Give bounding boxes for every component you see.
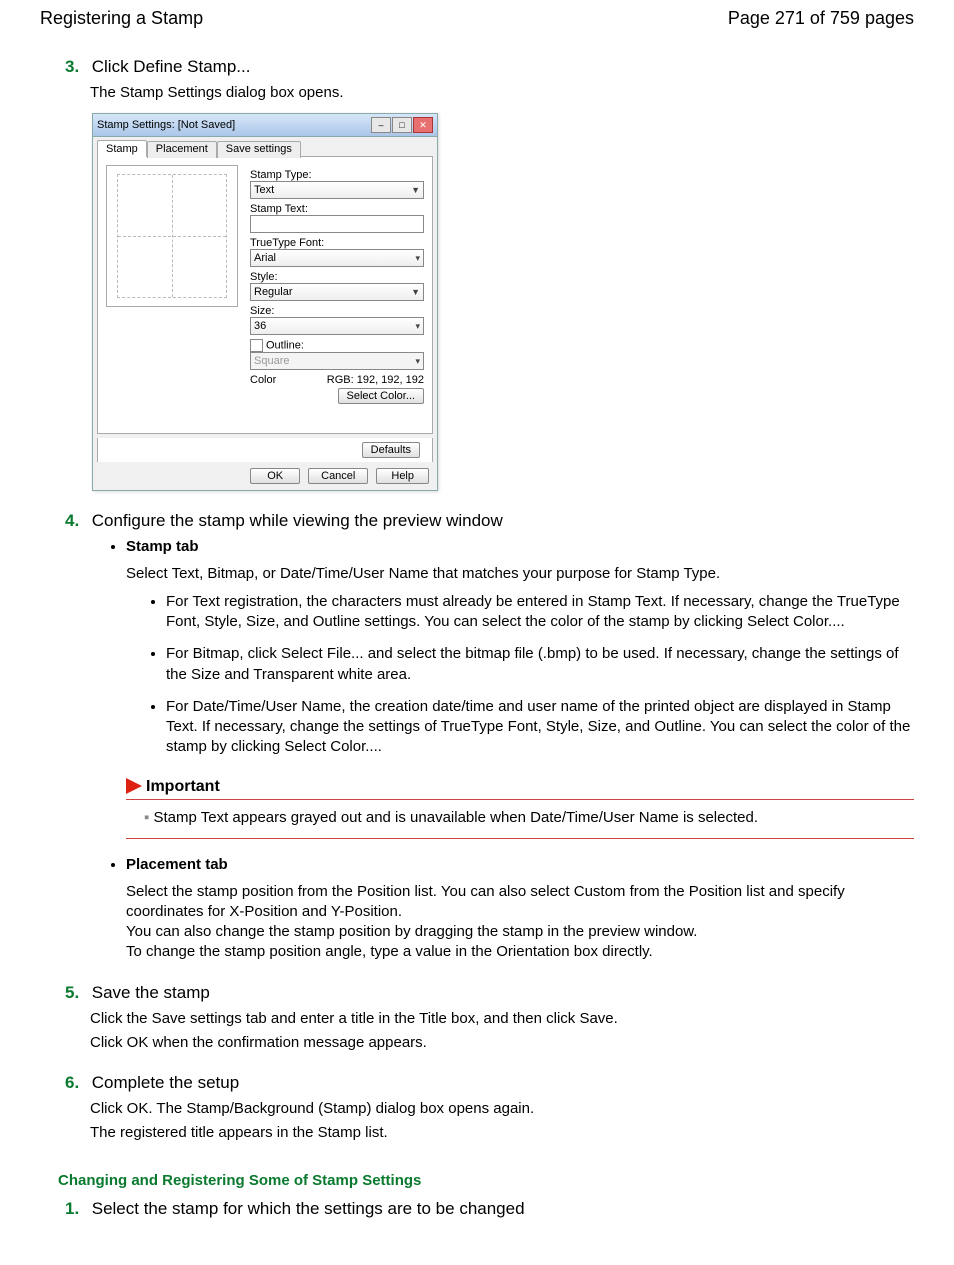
step-number-6: 6. bbox=[65, 1073, 87, 1093]
step-title-1b: Select the stamp for which the settings … bbox=[92, 1199, 525, 1218]
dialog-title: Stamp Settings: [Not Saved] bbox=[97, 119, 235, 131]
page-indicator: Page 271 of 759 pages bbox=[728, 8, 914, 29]
tab-placement[interactable]: Placement bbox=[147, 141, 217, 158]
step-6-body-2: The registered title appears in the Stam… bbox=[90, 1123, 914, 1143]
stamp-text-input[interactable] bbox=[250, 215, 424, 233]
style-select[interactable]: Regular▼ bbox=[250, 283, 424, 301]
step-title-5: Save the stamp bbox=[92, 983, 210, 1002]
placement-tab-heading: Placement tab bbox=[126, 856, 228, 873]
step-5-body-2: Click OK when the confirmation message a… bbox=[90, 1033, 914, 1053]
label-font: TrueType Font: bbox=[250, 237, 424, 249]
placement-p2: You can also change the stamp position b… bbox=[126, 922, 914, 942]
label-stamp-text: Stamp Text: bbox=[250, 203, 424, 215]
placement-p3: To change the stamp position angle, type… bbox=[126, 942, 914, 962]
label-size: Size: bbox=[250, 305, 424, 317]
stamp-tab-bullet-1: For Text registration, the characters mu… bbox=[166, 592, 914, 633]
label-color: Color bbox=[250, 374, 276, 386]
font-select[interactable]: Arial▾ bbox=[250, 249, 424, 267]
flag-icon bbox=[126, 778, 142, 794]
outline-select: Square▾ bbox=[250, 352, 424, 370]
step-5-body-1: Click the Save settings tab and enter a … bbox=[90, 1009, 914, 1029]
step-number-1b: 1. bbox=[65, 1199, 87, 1219]
close-button[interactable]: ✕ bbox=[413, 117, 433, 133]
size-select[interactable]: 36▾ bbox=[250, 317, 424, 335]
chevron-down-icon: ▾ bbox=[415, 321, 420, 332]
chevron-down-icon: ▼ bbox=[411, 287, 420, 297]
maximize-button[interactable]: □ bbox=[392, 117, 412, 133]
section-heading-changing: Changing and Registering Some of Stamp S… bbox=[58, 1172, 914, 1189]
step-number-3: 3. bbox=[65, 57, 87, 77]
defaults-button[interactable]: Defaults bbox=[362, 442, 420, 458]
label-outline: Outline: bbox=[250, 339, 424, 352]
stamp-tab-bullet-3: For Date/Time/User Name, the creation da… bbox=[166, 697, 914, 758]
label-stamp-type: Stamp Type: bbox=[250, 169, 424, 181]
help-button[interactable]: Help bbox=[376, 468, 429, 484]
important-box: Important Stamp Text appears grayed out … bbox=[126, 776, 914, 840]
step-title-3: Click Define Stamp... bbox=[92, 57, 251, 76]
step-3-body: The Stamp Settings dialog box opens. bbox=[90, 83, 914, 103]
rgb-value: RGB: 192, 192, 192 bbox=[327, 374, 424, 386]
chevron-down-icon: ▾ bbox=[415, 253, 420, 264]
important-title: Important bbox=[146, 776, 220, 798]
stamp-type-select[interactable]: Text▼ bbox=[250, 181, 424, 199]
tab-stamp[interactable]: Stamp bbox=[97, 140, 147, 157]
stamp-tab-intro: Select Text, Bitmap, or Date/Time/User N… bbox=[126, 564, 914, 584]
chevron-down-icon: ▾ bbox=[415, 356, 420, 367]
minimize-button[interactable]: – bbox=[371, 117, 391, 133]
chevron-down-icon: ▼ bbox=[411, 185, 420, 195]
outline-checkbox[interactable] bbox=[250, 339, 263, 352]
important-body: Stamp Text appears grayed out and is una… bbox=[144, 809, 758, 826]
tab-save-settings[interactable]: Save settings bbox=[217, 141, 301, 158]
label-style: Style: bbox=[250, 271, 424, 283]
preview-area bbox=[106, 165, 238, 307]
step-number-5: 5. bbox=[65, 983, 87, 1003]
placement-p1: Select the stamp position from the Posit… bbox=[126, 882, 914, 923]
stamp-tab-heading: Stamp tab bbox=[126, 538, 199, 555]
step-title-4: Configure the stamp while viewing the pr… bbox=[92, 511, 503, 530]
step-title-6: Complete the setup bbox=[92, 1073, 239, 1092]
step-number-4: 4. bbox=[65, 511, 87, 531]
page-title: Registering a Stamp bbox=[40, 8, 203, 29]
step-6-body-1: Click OK. The Stamp/Background (Stamp) d… bbox=[90, 1099, 914, 1119]
cancel-button[interactable]: Cancel bbox=[308, 468, 368, 484]
stamp-tab-bullet-2: For Bitmap, click Select File... and sel… bbox=[166, 644, 914, 685]
stamp-settings-dialog: Stamp Settings: [Not Saved] – □ ✕ Stamp … bbox=[92, 113, 438, 491]
select-color-button[interactable]: Select Color... bbox=[338, 388, 424, 404]
ok-button[interactable]: OK bbox=[250, 468, 300, 484]
